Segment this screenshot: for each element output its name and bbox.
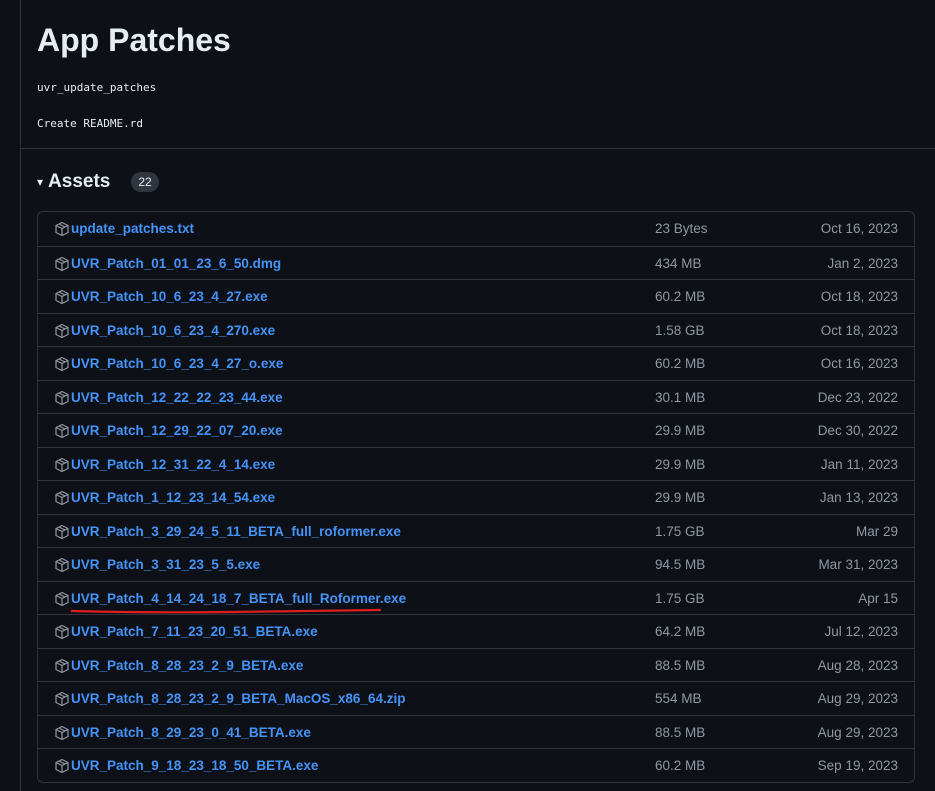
asset-size: 29.9 MB (655, 456, 706, 472)
asset-date: Sep 19, 2023 (817, 758, 898, 773)
asset-size: 30.1 MB (655, 389, 706, 405)
package-icon (54, 323, 70, 339)
asset-row: UVR_Patch_12_22_22_23_44.exe 30.1 MB Dec 2… (38, 379, 914, 414)
asset-download-link[interactable]: UVR_Patch_8_29_23_0_41_BETA.exe (71, 725, 311, 740)
asset-row: update_patches.txt 23 Bytes Oct 16, 2023 (38, 212, 914, 246)
asset-size: 23 Bytes (655, 221, 708, 236)
asset-size: 554 MB (655, 691, 702, 706)
asset-row: UVR_Patch_3_29_24_5_11_BETA_full_roforme… (38, 513, 914, 548)
asset-size: 1.75 GB (655, 590, 705, 606)
asset-download-link[interactable]: UVR_Patch_10_6_23_4_27.exe (71, 289, 268, 304)
asset-date: Oct 16, 2023 (820, 221, 898, 236)
asset-download-link[interactable]: UVR_Patch_12_31_22_4_14.exe (71, 457, 275, 472)
assets-heading: Assets (48, 171, 111, 192)
section-divider (21, 148, 935, 149)
package-icon (54, 591, 70, 607)
asset-row: UVR_Patch_10_6_23_4_270.exe 1.58 GB Oct 18… (38, 312, 914, 347)
package-icon (54, 423, 70, 439)
asset-date: Aug 28, 2023 (817, 657, 898, 673)
asset-size: 60.2 MB (655, 289, 706, 304)
asset-date: Jul 12, 2023 (824, 624, 898, 639)
asset-size: 64.2 MB (655, 624, 706, 639)
asset-date: Aug 29, 2023 (817, 724, 898, 740)
asset-row: UVR_Patch_10_6_23_4_27.exe 60.2 MB Oct 18,… (38, 279, 914, 313)
package-icon (54, 691, 70, 707)
asset-download-link[interactable]: UVR_Patch_12_22_22_23_44.exe (71, 390, 283, 405)
asset-date: Jan 11, 2023 (820, 456, 898, 472)
asset-download-link[interactable]: UVR_Patch_3_31_23_5_5.exe (71, 557, 260, 572)
package-icon (54, 289, 70, 305)
asset-date: Dec 30, 2022 (817, 423, 898, 438)
package-icon (54, 624, 70, 640)
asset-row: UVR_Patch_3_31_23_5_5.exe 94.5 MB Mar 31, … (38, 547, 914, 581)
asset-download-link[interactable]: UVR_Patch_10_6_23_4_270.exe (71, 323, 275, 338)
asset-size: 88.5 MB (655, 657, 706, 673)
asset-date: Apr 15 (858, 590, 898, 606)
package-icon (54, 758, 70, 774)
assets-toggle[interactable]: ▾ Assets 22 (37, 168, 159, 196)
package-icon (54, 658, 70, 674)
asset-download-link[interactable]: UVR_Patch_8_28_23_2_9_BETA.exe (71, 658, 303, 673)
asset-date: Oct 18, 2023 (820, 289, 898, 304)
package-icon (54, 390, 70, 406)
release-tag-line: uvr_update_patches (37, 81, 157, 94)
asset-row: UVR_Patch_7_11_23_20_51_BETA.exe 64.2 MB J… (38, 614, 914, 648)
package-icon (54, 457, 70, 473)
asset-date: Oct 18, 2023 (820, 322, 898, 338)
package-icon (54, 256, 70, 272)
asset-date: Jan 2, 2023 (827, 255, 898, 271)
asset-download-link[interactable]: UVR_Patch_8_28_23_2_9_BETA_MacOS_x86_64.… (71, 691, 405, 706)
asset-date: Aug 29, 2023 (817, 691, 898, 706)
asset-size: 1.58 GB (655, 322, 705, 338)
package-icon (54, 557, 70, 573)
release-title: App Patches (37, 22, 231, 58)
asset-row: UVR_Patch_12_29_22_07_20.exe 29.9 MB Dec 3… (38, 413, 914, 447)
asset-date: Dec 23, 2022 (817, 389, 898, 405)
asset-row: UVR_Patch_01_01_23_6_50.dmg 434 MB Jan 2, … (38, 245, 914, 280)
asset-size: 29.9 MB (655, 490, 706, 505)
asset-download-link[interactable]: UVR_Patch_10_6_23_4_27_o.exe (71, 356, 283, 371)
asset-row: UVR_Patch_9_18_23_18_50_BETA.exe 60.2 MB S… (38, 748, 914, 782)
red-underline-annotation (71, 608, 381, 613)
release-commit-line: Create README.rd (37, 117, 143, 130)
release-panel: App Patches uvr_update_patches Create RE… (20, 0, 935, 791)
assets-count-badge: 22 (131, 172, 159, 192)
asset-size: 60.2 MB (655, 758, 706, 773)
asset-download-link[interactable]: UVR_Patch_3_29_24_5_11_BETA_full_roforme… (71, 524, 401, 539)
asset-date: Mar 31, 2023 (818, 557, 898, 572)
asset-row: UVR_Patch_4_14_24_18_7_BETA_full_Roforme… (38, 580, 914, 615)
asset-download-link[interactable]: UVR_Patch_9_18_23_18_50_BETA.exe (71, 758, 318, 773)
asset-date: Mar 29 (855, 523, 898, 539)
asset-download-link[interactable]: UVR_Patch_1_12_23_14_54.exe (71, 490, 275, 505)
asset-size: 88.5 MB (655, 724, 706, 740)
package-icon (54, 221, 70, 237)
asset-row: UVR_Patch_10_6_23_4_27_o.exe 60.2 MB Oct 1… (38, 346, 914, 380)
package-icon (54, 356, 70, 372)
asset-download-link[interactable]: update_patches.txt (71, 221, 194, 236)
package-icon (54, 524, 70, 540)
package-icon (54, 490, 70, 506)
asset-size: 29.9 MB (655, 423, 706, 438)
asset-row: UVR_Patch_12_31_22_4_14.exe 29.9 MB Jan 11… (38, 446, 914, 481)
assets-list: update_patches.txt 23 Bytes Oct 16, 2023 UV… (37, 211, 915, 783)
asset-row: UVR_Patch_8_28_23_2_9_BETA_MacOS_x86_64.… (38, 681, 914, 715)
asset-date: Jan 13, 2023 (819, 490, 898, 505)
asset-row: UVR_Patch_8_28_23_2_9_BETA.exe 88.5 MB Aug… (38, 647, 914, 682)
asset-row: UVR_Patch_1_12_23_14_54.exe 29.9 MB Jan 13… (38, 480, 914, 514)
asset-row: UVR_Patch_8_29_23_0_41_BETA.exe 88.5 MB Au… (38, 714, 914, 749)
asset-download-link[interactable]: UVR_Patch_01_01_23_6_50.dmg (71, 256, 281, 271)
package-icon (54, 725, 70, 741)
asset-download-link[interactable]: UVR_Patch_12_29_22_07_20.exe (71, 423, 283, 438)
asset-size: 1.75 GB (655, 523, 705, 539)
asset-size: 434 MB (655, 255, 702, 271)
asset-size: 60.2 MB (655, 356, 706, 371)
caret-down-icon: ▾ (37, 175, 44, 189)
asset-date: Oct 16, 2023 (820, 356, 898, 371)
asset-download-link[interactable]: UVR_Patch_7_11_23_20_51_BETA.exe (71, 624, 318, 639)
asset-download-link[interactable]: UVR_Patch_4_14_24_18_7_BETA_full_Roforme… (71, 591, 406, 606)
asset-size: 94.5 MB (655, 557, 706, 572)
